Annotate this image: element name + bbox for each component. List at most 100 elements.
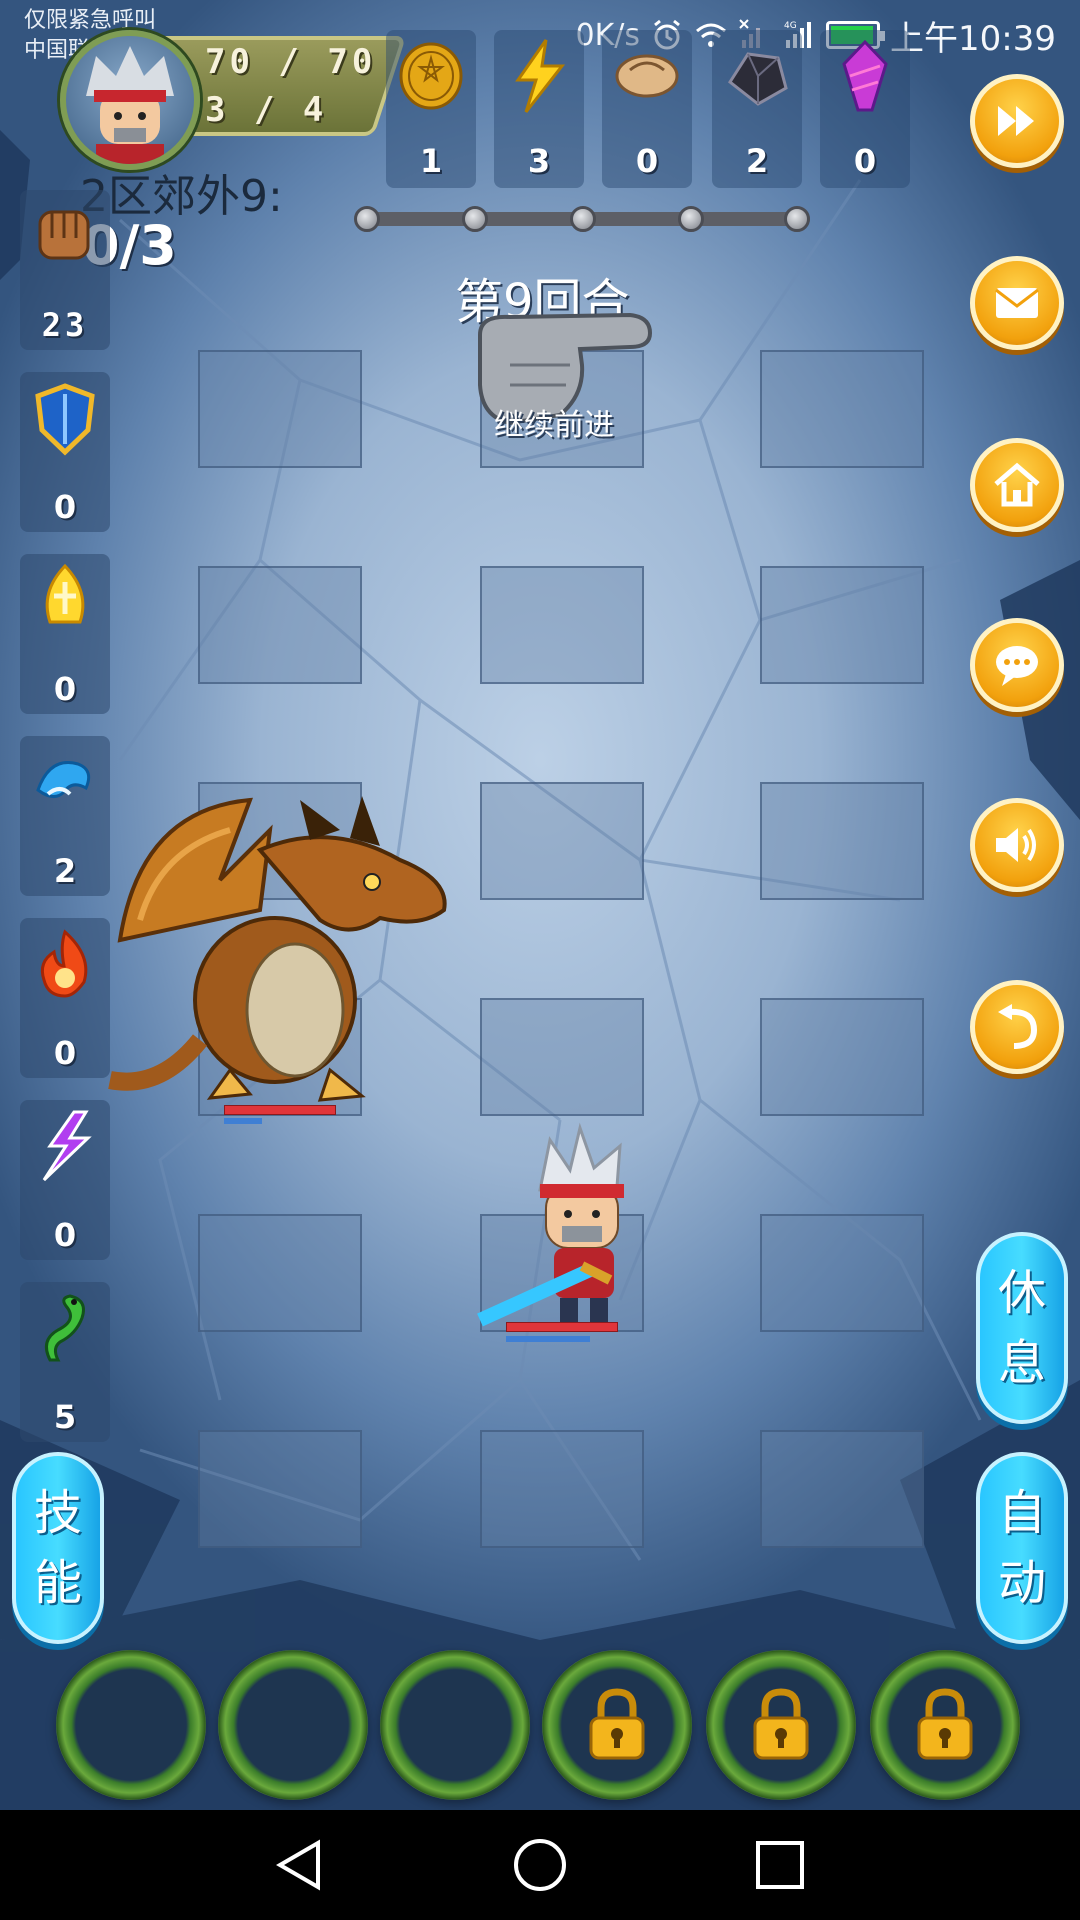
nav-recents-icon[interactable] xyxy=(750,1835,810,1895)
rest-button-label-1: 休 xyxy=(997,1265,1046,1321)
speaker-icon xyxy=(996,828,1036,862)
fast-forward-button[interactable] xyxy=(970,74,1064,168)
dragon-hp-bar xyxy=(224,1105,336,1115)
item-slot-lightning-rune[interactable]: 0 xyxy=(20,1100,110,1260)
grid-tile[interactable] xyxy=(760,350,924,468)
chat-icon xyxy=(996,646,1038,686)
skill-slot-empty[interactable] xyxy=(56,1650,206,1800)
wave-progress-dot xyxy=(354,206,380,232)
item-slot-water[interactable]: 2 xyxy=(20,736,110,896)
resource-crystal: 0 xyxy=(820,30,910,188)
grid-tile[interactable] xyxy=(760,1430,924,1548)
skill-slot-locked[interactable] xyxy=(870,1650,1020,1800)
wave-progress-dot xyxy=(570,206,596,232)
skill-button[interactable]: 技 能 xyxy=(12,1452,104,1644)
auto-button[interactable]: 自 动 xyxy=(976,1452,1068,1644)
grid-tile[interactable] xyxy=(198,1214,362,1332)
continue-button-label[interactable]: 继续前进 xyxy=(494,400,614,444)
hero-action-points: 3 / 4 xyxy=(205,90,328,130)
resource-energy: 3 xyxy=(494,30,584,188)
resource-food: 0 xyxy=(602,30,692,188)
poison-snake-icon xyxy=(44,1294,85,1362)
dragon-enemy[interactable] xyxy=(100,790,470,1110)
gold-coin-icon xyxy=(399,42,463,110)
resource-count: 0 xyxy=(853,142,877,180)
hero-portrait-icon xyxy=(86,46,174,164)
skill-slot-empty[interactable] xyxy=(218,1650,368,1800)
hero-character[interactable] xyxy=(470,1120,670,1330)
ore-icon xyxy=(728,52,788,106)
item-slot-fire[interactable]: 0 xyxy=(20,918,110,1078)
hero-avatar[interactable] xyxy=(60,30,200,170)
resource-ore: 2 xyxy=(712,30,802,188)
water-wave-icon xyxy=(36,761,91,798)
shield-icon xyxy=(35,383,95,456)
nav-home-icon[interactable] xyxy=(510,1835,570,1895)
rest-button-label-2: 息 xyxy=(997,1335,1046,1391)
grid-tile[interactable] xyxy=(760,1214,924,1332)
skill-button-label-2: 能 xyxy=(33,1555,82,1611)
grid-tile[interactable] xyxy=(198,1430,362,1548)
hero-hp-bar xyxy=(506,1322,618,1332)
grid-tile[interactable] xyxy=(480,566,644,684)
wave-progress-dot xyxy=(784,206,810,232)
lock-icon xyxy=(753,1688,809,1760)
fast-forward-icon xyxy=(998,106,1034,136)
wave-progress-dot xyxy=(678,206,704,232)
mail-icon xyxy=(995,288,1039,318)
hero-hp: 70 / 70 xyxy=(205,42,377,82)
grid-tile[interactable] xyxy=(760,782,924,900)
skill-button-label-1: 技 xyxy=(33,1485,82,1541)
grid-tile[interactable] xyxy=(480,998,644,1116)
resource-count: 2 xyxy=(745,142,769,180)
skill-slot-locked[interactable] xyxy=(706,1650,856,1800)
home-button[interactable] xyxy=(970,438,1064,532)
clock: 上午10:39 xyxy=(890,18,1056,59)
skill-slot-locked[interactable] xyxy=(542,1650,692,1800)
back-button[interactable] xyxy=(970,980,1064,1074)
item-count: 5 xyxy=(53,1398,77,1436)
bread-icon xyxy=(615,54,679,98)
grid-tile[interactable] xyxy=(480,1430,644,1548)
grid-tile[interactable] xyxy=(198,350,362,468)
resource-count: 0 xyxy=(635,142,659,180)
fire-icon xyxy=(40,929,88,998)
skill-slot-empty[interactable] xyxy=(380,1650,530,1800)
grid-tile[interactable] xyxy=(480,782,644,900)
auto-button-label-1: 自 xyxy=(997,1485,1046,1541)
sound-button[interactable] xyxy=(970,798,1064,892)
item-slot-fist[interactable]: 23 xyxy=(20,190,110,350)
resource-gold: 1 xyxy=(386,30,476,188)
item-slot-shield[interactable]: 0 xyxy=(20,372,110,532)
home-icon xyxy=(994,462,1040,507)
fist-icon xyxy=(38,210,90,260)
nav-back-icon[interactable] xyxy=(270,1835,330,1895)
item-count: 0 xyxy=(53,1034,77,1072)
return-icon xyxy=(998,1004,1038,1049)
item-slot-poison[interactable]: 5 xyxy=(20,1282,110,1442)
lightning-icon xyxy=(515,39,566,113)
wave-progress-dot xyxy=(462,206,488,232)
item-count: 0 xyxy=(53,488,77,526)
item-slot-holy-flame[interactable]: 0 xyxy=(20,554,110,714)
hero-mp-bar xyxy=(506,1336,590,1342)
item-count: 0 xyxy=(53,670,77,708)
grid-tile[interactable] xyxy=(760,566,924,684)
lock-icon xyxy=(589,1688,645,1760)
item-count: 23 xyxy=(41,306,89,344)
item-count: 2 xyxy=(53,852,77,890)
resource-count: 1 xyxy=(419,142,443,180)
dragon-mp-bar xyxy=(224,1118,262,1124)
chat-button[interactable] xyxy=(970,618,1064,712)
lightning-rune-icon xyxy=(42,1110,92,1182)
resource-count: 3 xyxy=(527,142,551,180)
grid-tile[interactable] xyxy=(198,566,362,684)
rest-button[interactable]: 休 息 xyxy=(976,1232,1068,1424)
crystal-icon xyxy=(842,39,888,112)
lock-icon xyxy=(917,1688,973,1760)
mail-button[interactable] xyxy=(970,256,1064,350)
auto-button-label-2: 动 xyxy=(997,1555,1046,1611)
grid-tile[interactable] xyxy=(760,998,924,1116)
holy-flame-icon xyxy=(45,563,85,624)
item-count: 0 xyxy=(53,1216,77,1254)
